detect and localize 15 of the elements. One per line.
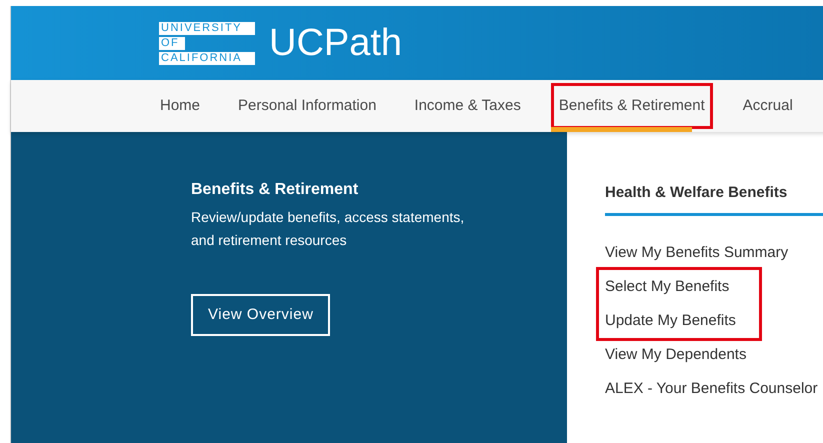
benefit-link[interactable]: View My Dependents	[605, 338, 823, 372]
hero-description: Review/update benefits, access statements, and retirement resources	[191, 208, 466, 250]
section-heading: Health & Welfare Benefits	[605, 182, 823, 216]
nav-tab[interactable]: Personal Information	[227, 80, 388, 132]
view-overview-button[interactable]: View Overview	[191, 294, 330, 336]
benefit-link[interactable]: Select My Benefits	[605, 270, 759, 304]
benefit-link[interactable]: ALEX - Your Benefits Counselor	[605, 372, 823, 406]
nav-tab[interactable]: Income & Taxes	[403, 80, 532, 132]
hero-title: Benefits & Retirement	[191, 180, 360, 200]
benefit-link[interactable]: Update My Benefits	[605, 304, 759, 338]
nav-tab[interactable]: Accrual	[732, 80, 804, 132]
nav-tab[interactable]: Home	[149, 80, 212, 132]
benefit-link[interactable]: View My Benefits Summary	[605, 236, 823, 270]
nav-tab[interactable]: Benefits & Retirement	[548, 80, 716, 132]
app-title: UCPath	[269, 24, 402, 62]
